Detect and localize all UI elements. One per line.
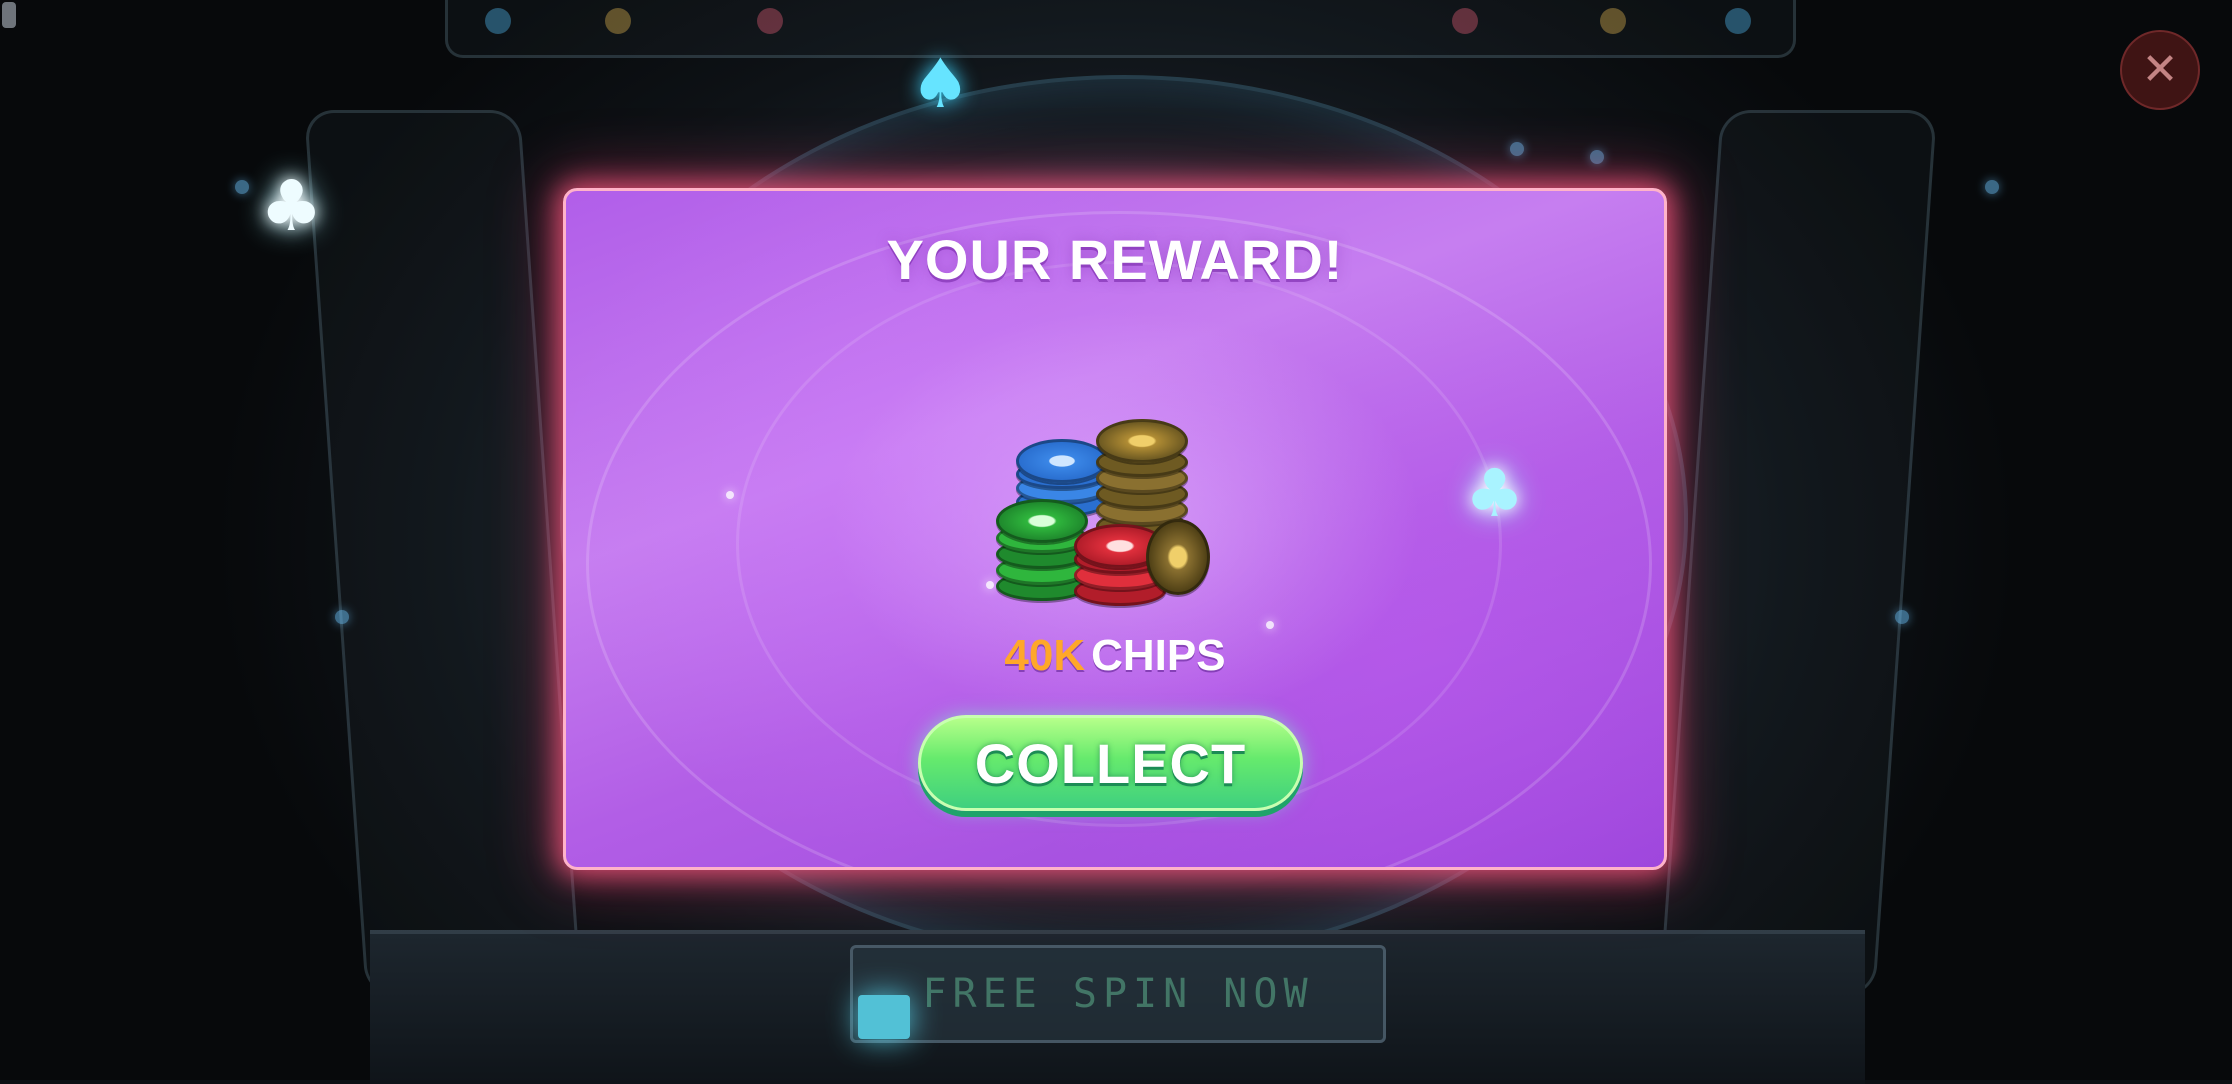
reward-amount: 40K CHIPS — [566, 631, 1664, 681]
sparkle — [1266, 621, 1274, 629]
top-light-blue-right — [1725, 8, 1751, 34]
bg-light — [235, 180, 249, 194]
poker-chips-icon — [996, 409, 1236, 609]
machine-right-column — [1659, 110, 1937, 996]
club-icon: ♣ — [1465, 455, 1525, 532]
reward-amount-unit: CHIPS — [1091, 631, 1226, 680]
close-button[interactable]: ✕ — [2120, 30, 2200, 110]
machine-top-rail — [445, 0, 1796, 58]
top-light-red-right — [1452, 8, 1478, 34]
free-spin-label: FREE SPIN NOW — [922, 971, 1314, 1017]
top-light-blue — [485, 8, 511, 34]
reward-amount-value: 40K — [1004, 631, 1086, 680]
bg-light — [1895, 610, 1909, 624]
free-spin-panel: FREE SPIN NOW — [850, 945, 1386, 1043]
machine-left-column — [304, 110, 582, 996]
sparkle — [986, 581, 994, 589]
bg-light — [335, 610, 349, 624]
top-light-gold-right — [1600, 8, 1626, 34]
bg-light — [1590, 150, 1604, 164]
edge-handle — [2, 2, 16, 28]
reward-title: YOUR REWARD! — [886, 228, 1344, 291]
bg-light — [1510, 142, 1524, 156]
spade-icon: ♠ — [910, 45, 971, 124]
close-icon: ✕ — [2141, 44, 2179, 95]
top-light-red — [757, 8, 783, 34]
cube-icon — [858, 995, 910, 1039]
top-light-gold — [605, 8, 631, 34]
club-icon: ♣ — [260, 165, 323, 247]
bg-light — [1985, 180, 1999, 194]
collect-button[interactable]: COLLECT — [918, 715, 1303, 811]
sparkle — [726, 491, 734, 499]
